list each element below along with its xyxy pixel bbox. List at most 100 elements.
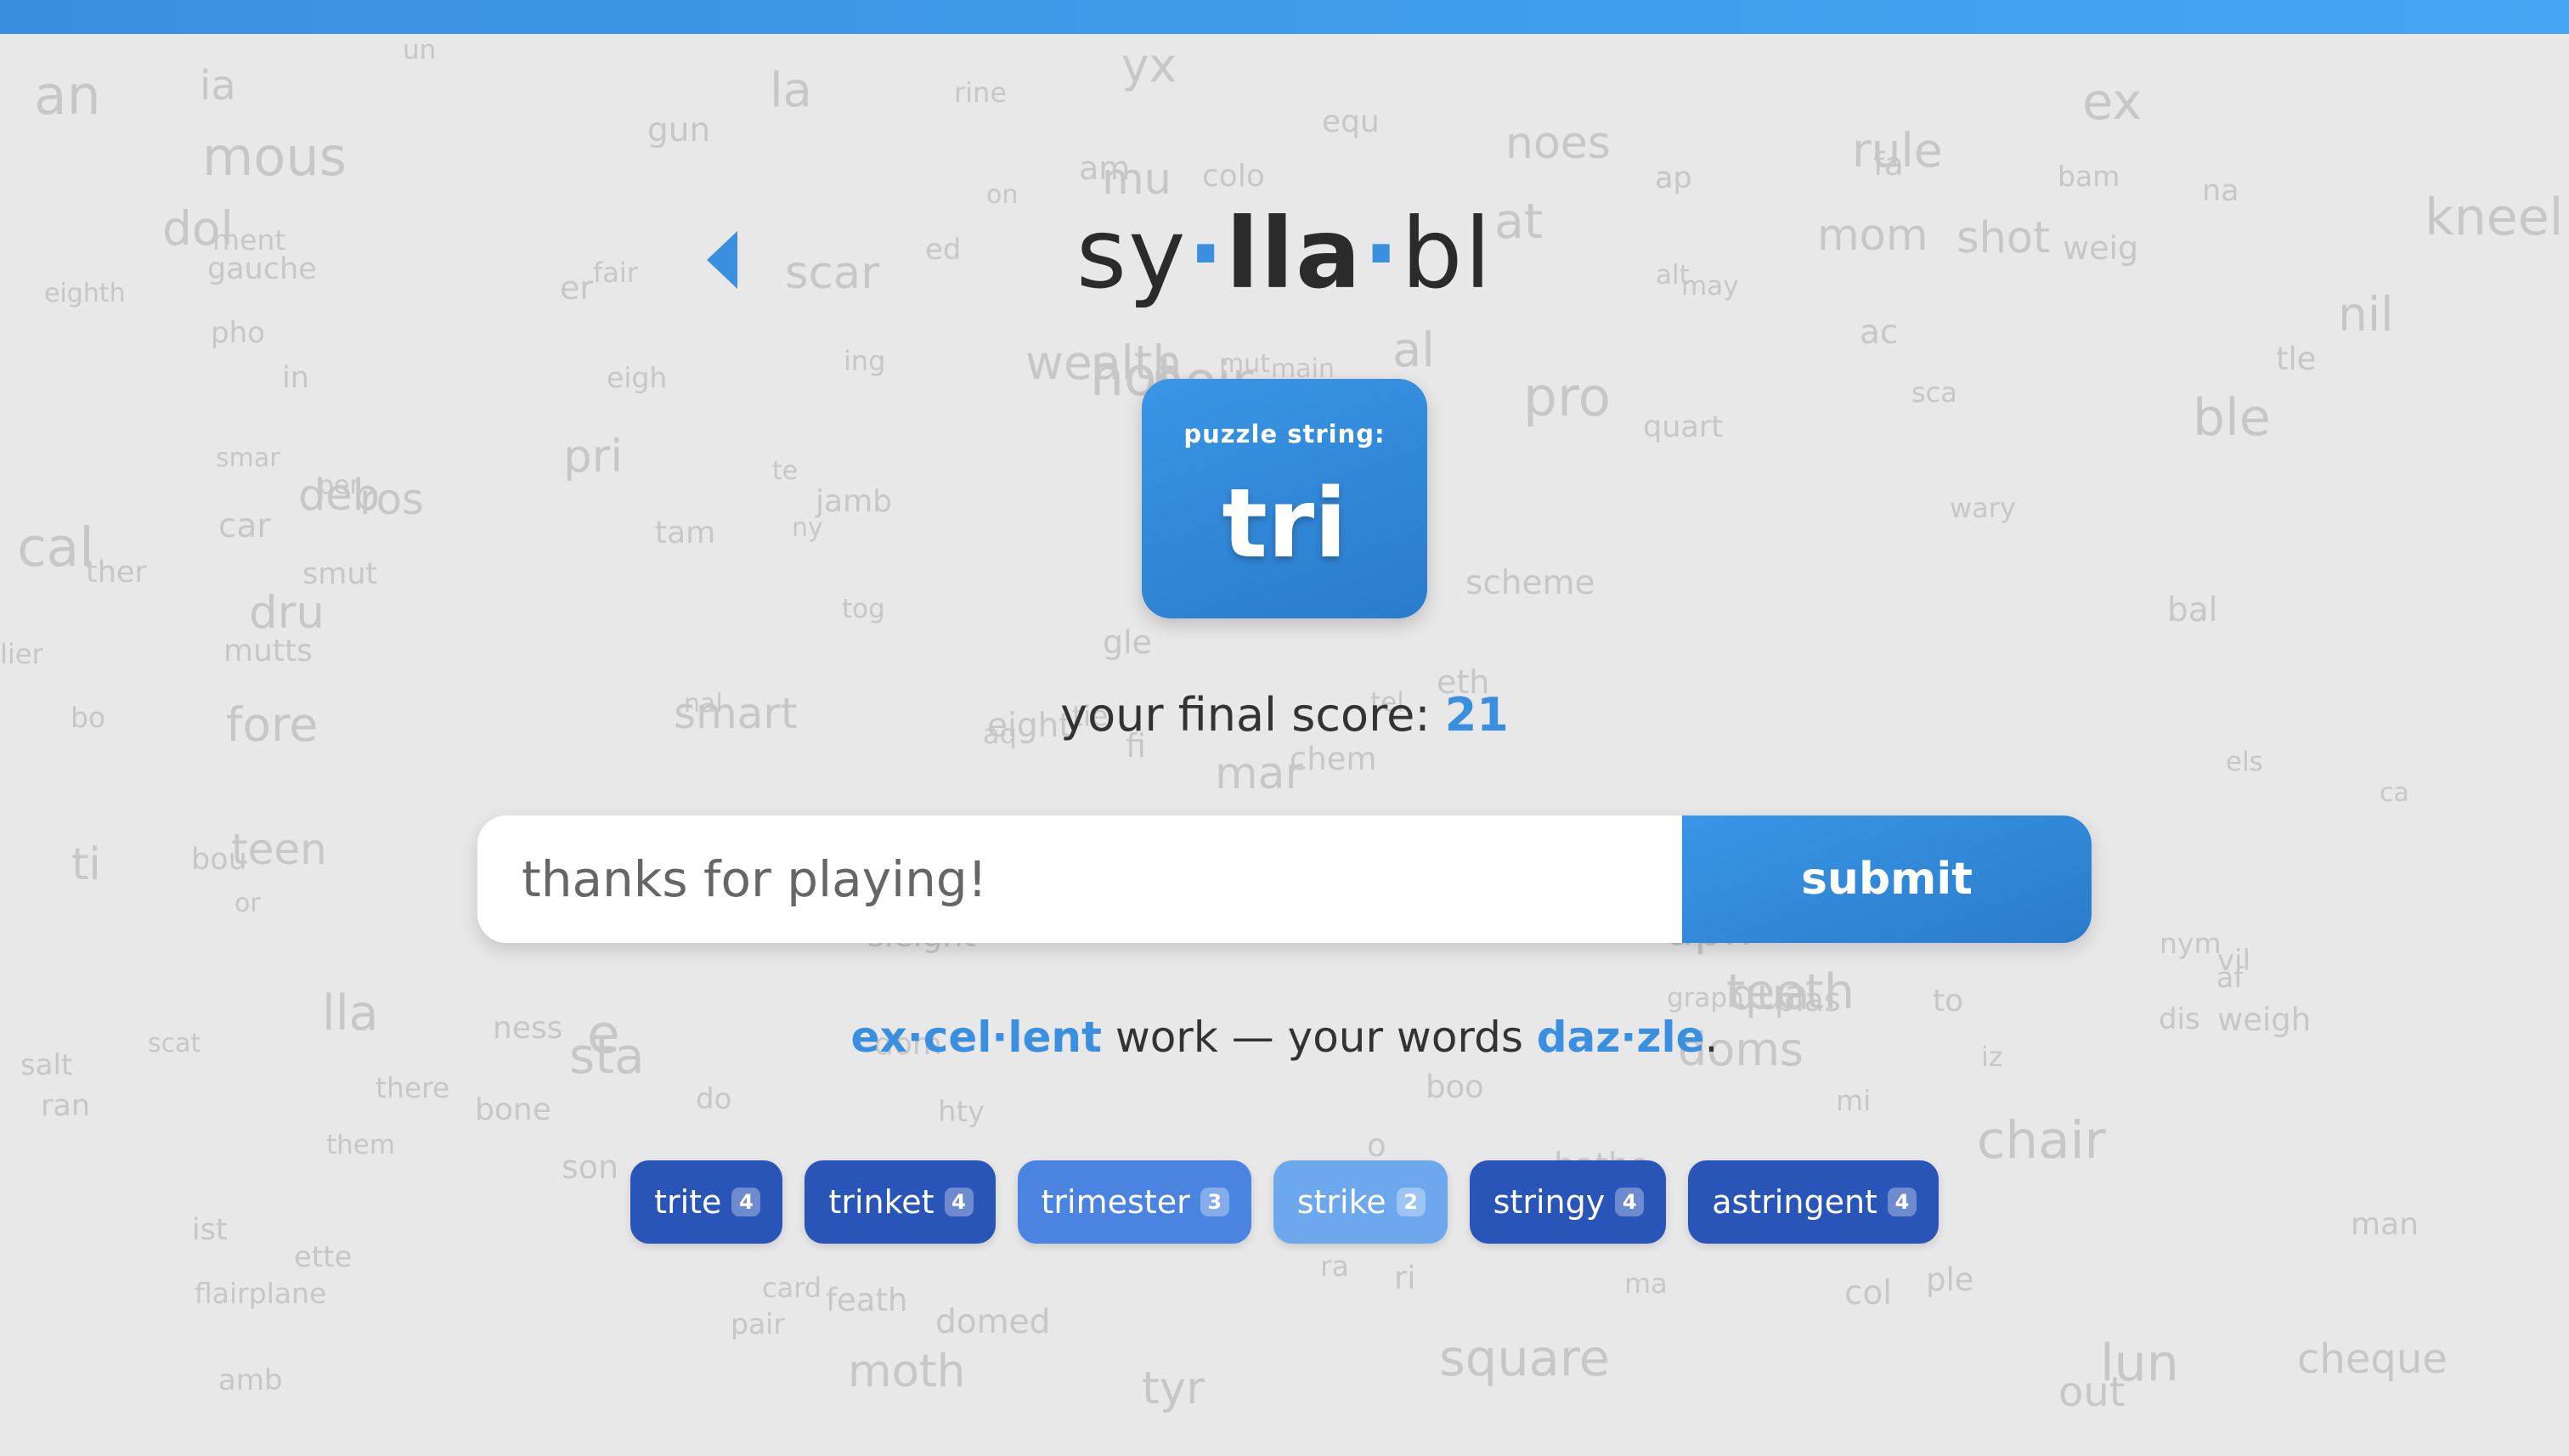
- background-word: cheque: [2297, 1335, 2448, 1383]
- background-word: dru: [249, 587, 325, 639]
- background-word: bou: [191, 843, 247, 877]
- background-word: ros: [359, 475, 425, 524]
- background-word: mutts: [223, 634, 313, 669]
- background-word: hty: [938, 1095, 985, 1129]
- background-word: in: [282, 361, 309, 395]
- background-word: eigh: [607, 361, 668, 394]
- word-input[interactable]: [477, 815, 1682, 943]
- word-points-badge: 4: [944, 1188, 974, 1216]
- background-word: ex: [2082, 72, 2143, 131]
- word-chip[interactable]: astringent 4: [1688, 1160, 1939, 1244]
- word-chip[interactable]: trimester 3: [1017, 1160, 1251, 1244]
- background-word: al: [1392, 323, 1435, 378]
- puzzle-string-value: tri: [1222, 469, 1347, 579]
- background-word: ri: [1394, 1260, 1416, 1296]
- logo-dot-2: ·: [1362, 197, 1402, 310]
- word-chip-label: astringent: [1712, 1183, 1877, 1221]
- word-entry-row: submit: [477, 815, 2092, 943]
- background-word: per: [318, 471, 360, 500]
- background-word: mi: [1836, 1084, 1872, 1117]
- background-word: mous: [202, 126, 347, 188]
- background-word: out: [2058, 1369, 2126, 1416]
- background-word: rine: [954, 76, 1008, 109]
- found-words-list: trite 4 trinket 4 trimester 3 strike 2 s…: [0, 1160, 2569, 1244]
- background-word: ia: [200, 62, 236, 110]
- background-word: smut: [302, 557, 378, 591]
- background-word: nym: [2160, 927, 2222, 960]
- background-word: ple: [1926, 1261, 1974, 1298]
- background-word: tyr: [1142, 1363, 1205, 1414]
- message-middle: work — your words: [1101, 1013, 1537, 1062]
- background-word: there: [375, 1071, 450, 1104]
- submit-button[interactable]: submit: [1682, 815, 2092, 943]
- word-chip[interactable]: trinket 4: [805, 1160, 996, 1244]
- background-word: bam: [2058, 160, 2120, 193]
- background-word: colo: [1202, 159, 1265, 194]
- background-word: pho: [211, 316, 265, 350]
- background-word: car: [218, 507, 271, 545]
- background-word: scheme: [1465, 564, 1595, 602]
- word-points-badge: 4: [731, 1188, 761, 1216]
- background-word: jamb: [816, 484, 892, 519]
- background-word: them: [326, 1130, 396, 1160]
- background-word: la: [770, 63, 812, 118]
- background-word: col: [1844, 1274, 1893, 1312]
- background-word: lier: [0, 638, 43, 670]
- background-word: ra: [1320, 1250, 1349, 1283]
- word-chip-label: trite: [654, 1183, 722, 1221]
- word-chip[interactable]: stringy 4: [1469, 1160, 1667, 1244]
- word-chip-label: trinket: [828, 1183, 934, 1221]
- background-word: ma: [1624, 1267, 1668, 1300]
- background-word: am: [1079, 150, 1131, 187]
- background-word: gle: [1103, 624, 1153, 661]
- background-word: bal: [2167, 591, 2218, 629]
- background-word: fa: [1873, 146, 1904, 183]
- word-chip[interactable]: trite 4: [630, 1160, 783, 1244]
- background-word: tog: [842, 594, 885, 624]
- background-word: tle: [2276, 341, 2317, 377]
- logo-syllable-3: bl: [1401, 197, 1493, 310]
- background-word: ti: [71, 839, 101, 890]
- word-points-badge: 2: [1396, 1188, 1426, 1216]
- background-word: or: [234, 889, 261, 918]
- final-score-label: your final score:: [1060, 688, 1431, 742]
- background-word: af: [2216, 961, 2244, 994]
- logo-dot-1: ·: [1187, 197, 1226, 310]
- background-word: tam: [655, 516, 716, 550]
- puzzle-string-label: puzzle string:: [1183, 420, 1386, 449]
- background-word: pair: [731, 1307, 785, 1340]
- word-points-badge: 4: [1887, 1188, 1917, 1216]
- background-word: ca: [2380, 778, 2409, 808]
- background-word: te: [772, 456, 799, 486]
- background-word: un: [403, 35, 437, 65]
- background-word: domed: [935, 1303, 1051, 1341]
- message-word-2: daz·zle: [1536, 1013, 1705, 1062]
- background-word: noes: [1505, 118, 1611, 169]
- background-word: flairplane: [195, 1277, 327, 1310]
- background-word: sca: [1911, 376, 1957, 409]
- puzzle-string-card: puzzle string: tri: [1142, 379, 1427, 618]
- word-chip[interactable]: strike 2: [1273, 1160, 1448, 1244]
- background-word: bone: [475, 1092, 551, 1127]
- app-logo: sy·lla·bl: [0, 197, 2569, 310]
- background-word: ac: [1860, 313, 1899, 352]
- background-word: ble: [2193, 388, 2271, 448]
- background-word: smar: [216, 443, 280, 473]
- final-score: your final score: 21: [0, 688, 2569, 742]
- background-word: wary: [1950, 492, 2016, 524]
- background-word: gun: [647, 111, 711, 150]
- background-word: amb: [218, 1363, 283, 1397]
- background-word: quart: [1643, 410, 1723, 444]
- message-end: .: [1704, 1013, 1719, 1062]
- top-accent-bar: [0, 0, 2569, 34]
- background-word: mar: [1215, 748, 1303, 799]
- background-word: pro: [1523, 366, 1612, 428]
- background-word: ing: [844, 345, 886, 377]
- logo-syllable-2: lla: [1225, 197, 1363, 310]
- background-word: cal: [17, 516, 94, 578]
- background-word: equ: [1322, 104, 1380, 139]
- background-word: pri: [563, 431, 624, 483]
- word-chip-label: stringy: [1493, 1183, 1606, 1221]
- background-word: ther: [86, 556, 147, 590]
- background-word: els: [2226, 747, 2263, 777]
